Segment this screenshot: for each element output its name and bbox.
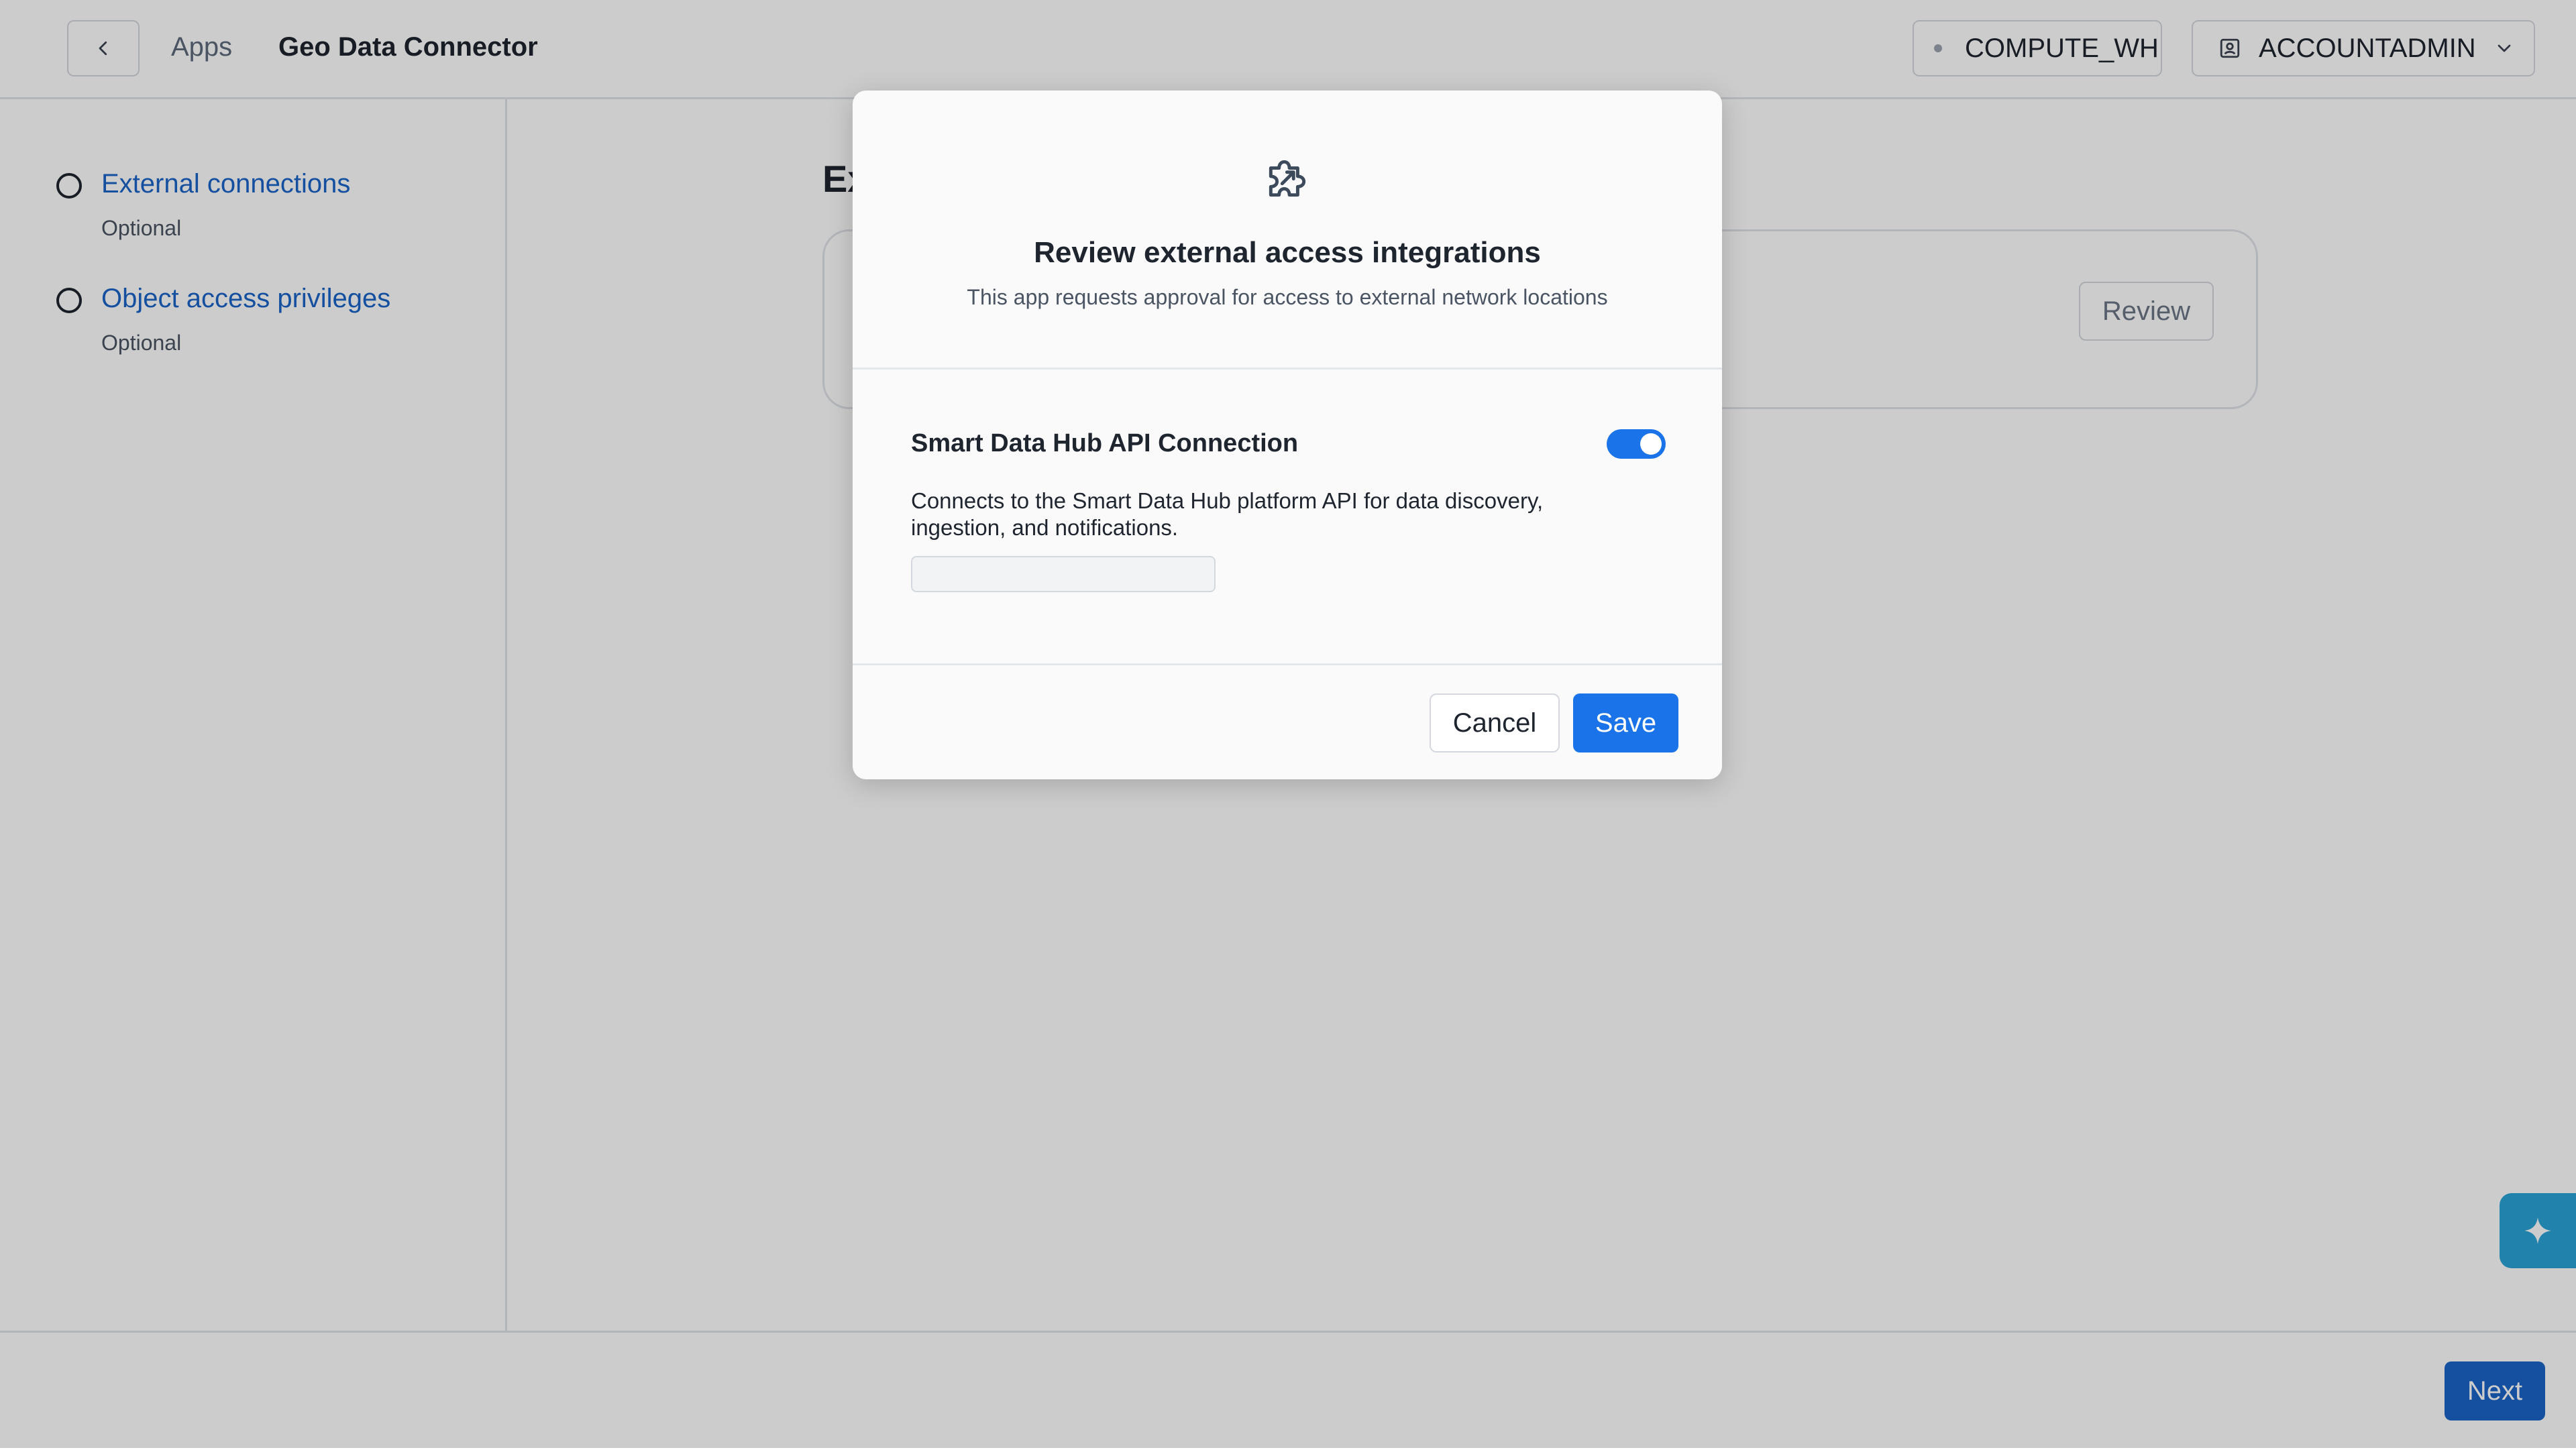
dialog-subtitle: This app requests approval for access to… — [967, 285, 1608, 309]
divider — [853, 663, 1722, 665]
dialog-title: Review external access integrations — [1034, 236, 1541, 269]
connection-description: Connects to the Smart Data Hub platform … — [911, 488, 1544, 540]
connection-name: Smart Data Hub API Connection — [911, 429, 1299, 457]
review-integrations-dialog: Review external access integrations This… — [853, 91, 1722, 779]
connection-input[interactable] — [911, 556, 1216, 592]
save-button[interactable]: Save — [1573, 693, 1678, 752]
puzzle-icon — [1269, 160, 1306, 197]
divider — [853, 368, 1722, 370]
cancel-button[interactable]: Cancel — [1430, 693, 1560, 752]
connection-toggle[interactable] — [1607, 429, 1666, 459]
toggle-knob — [1640, 433, 1662, 455]
